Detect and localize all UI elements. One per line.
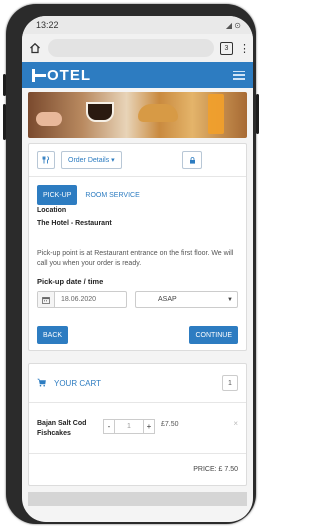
- item-name: Bajan Salt Cod Fishcakes: [37, 420, 87, 437]
- decrease-quantity-button[interactable]: -: [103, 419, 115, 434]
- hero-hand-shape: [36, 112, 62, 126]
- logo-mark: [32, 68, 46, 82]
- volume-button: [3, 74, 6, 96]
- time-value: ASAP: [158, 296, 177, 303]
- time-select[interactable]: ASAP ▼: [135, 291, 238, 308]
- cart-total: PRICE: £ 7.50: [193, 466, 238, 473]
- pickup-info-text: Pick-up point is at Restaurant entrance …: [37, 250, 234, 267]
- pickup-datetime-row: 18.06.2020 ASAP ▼: [37, 291, 238, 308]
- location-name: The Hotel - Restaurant: [37, 220, 112, 227]
- tab-room-service[interactable]: ROOM SERVICE: [85, 192, 139, 199]
- tab-switcher-button[interactable]: 3: [220, 41, 233, 55]
- status-time: 13:22: [36, 20, 59, 30]
- cutlery-icon: [42, 156, 50, 164]
- hotel-logo[interactable]: OTEL: [32, 67, 91, 84]
- address-bar[interactable]: [48, 39, 214, 57]
- caret-down-icon: ▼: [227, 296, 233, 303]
- cutlery-button[interactable]: [37, 151, 55, 169]
- cart-icon: [37, 374, 46, 392]
- delivery-tabs: PICK-UP ROOM SERVICE: [37, 185, 238, 205]
- volume-button: [3, 104, 6, 140]
- form-actions: BACK CONTINUE: [37, 326, 238, 344]
- calendar-icon[interactable]: [38, 292, 55, 307]
- hero-breakfast-image: [28, 92, 247, 138]
- lock-icon: [189, 156, 195, 164]
- date-picker[interactable]: 18.06.2020: [37, 291, 127, 308]
- power-button: [256, 94, 259, 134]
- quantity-stepper: - 1 +: [103, 419, 155, 434]
- cart-line-item: Bajan Salt Cod Fishcakes - 1 + £7.50 ×: [29, 403, 246, 454]
- home-icon[interactable]: [28, 41, 42, 55]
- continue-button[interactable]: CONTINUE: [189, 326, 238, 344]
- item-price: £7.50: [161, 421, 179, 428]
- quantity-input[interactable]: 1: [115, 419, 143, 434]
- order-toolbar: Order Details ▾: [29, 144, 246, 177]
- lock-button[interactable]: [182, 151, 202, 169]
- back-button[interactable]: BACK: [37, 326, 69, 344]
- phone-frame: 13:22 ◢ ⊙ 3 ⋮ OTEL Order Details ▾ PICK-…: [3, 4, 259, 524]
- signal-battery-icons: ◢ ⊙: [225, 20, 241, 30]
- cart-header: YOUR CART 1: [29, 364, 246, 403]
- order-details-dropdown[interactable]: Order Details ▾: [61, 151, 122, 169]
- site-navbar: OTEL: [22, 62, 253, 88]
- menu-icon[interactable]: [233, 70, 245, 80]
- logo-text: OTEL: [47, 66, 91, 84]
- hero-coffee-cup: [86, 102, 114, 122]
- screen: 13:22 ◢ ⊙ 3 ⋮ OTEL Order Details ▾ PICK-…: [22, 16, 253, 522]
- cart-count-badge[interactable]: 1: [222, 375, 238, 391]
- date-value: 18.06.2020: [61, 296, 97, 303]
- tab-pick-up[interactable]: PICK-UP: [37, 185, 78, 205]
- pickup-datetime-label: Pick-up date / time: [37, 277, 104, 286]
- footer-strip: [28, 492, 247, 506]
- order-card: Order Details ▾ PICK-UP ROOM SERVICE Loc…: [28, 143, 247, 351]
- remove-item-icon[interactable]: ×: [233, 419, 238, 428]
- hero-juice-glass: [208, 94, 224, 134]
- location-label: Location: [37, 207, 67, 214]
- status-bar: 13:22 ◢ ⊙: [22, 16, 253, 34]
- cart-title: YOUR CART: [54, 378, 101, 388]
- hero-croissant: [138, 104, 178, 122]
- order-form: PICK-UP ROOM SERVICE Location The Hotel …: [29, 177, 246, 350]
- browser-toolbar: 3 ⋮: [22, 34, 253, 62]
- increase-quantity-button[interactable]: +: [143, 419, 155, 434]
- cart-card: YOUR CART 1 Bajan Salt Cod Fishcakes - 1…: [28, 363, 247, 486]
- more-options-icon[interactable]: ⋮: [239, 42, 250, 55]
